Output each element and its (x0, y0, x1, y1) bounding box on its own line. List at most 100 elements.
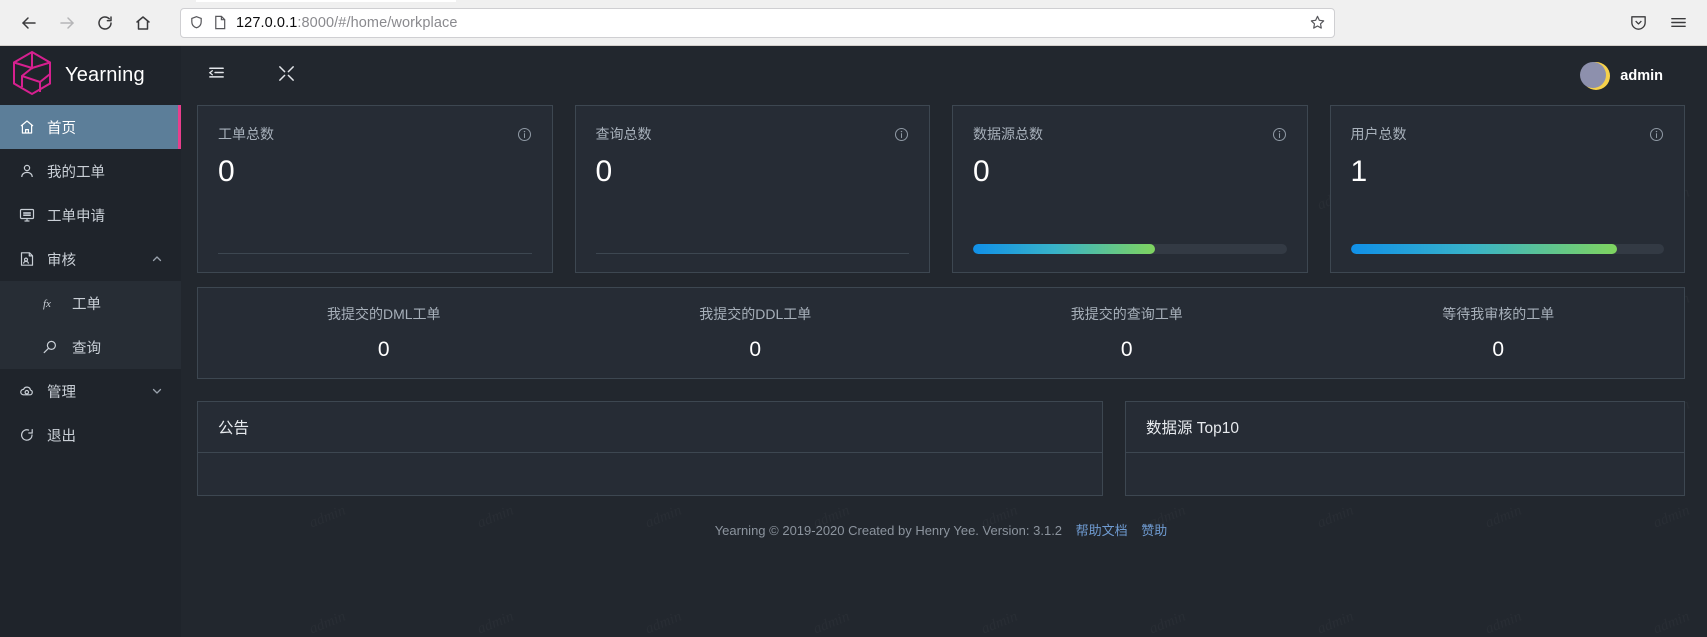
home-icon (19, 119, 35, 135)
mini-stat-dml: 我提交的DML工单 0 (198, 304, 570, 362)
monitor-sql-icon (19, 207, 35, 223)
bottom-panel-row: 公告 数据源 Top10 (197, 401, 1685, 496)
fullscreen-button[interactable] (271, 61, 301, 91)
stat-value: 0 (218, 155, 235, 188)
progress-fill (1350, 244, 1617, 254)
forward-arrow-icon (58, 14, 76, 32)
sidebar-item-label: 首页 (47, 120, 76, 137)
browser-chrome: 127.0.0.1:8000/#/home/workplace (0, 0, 1707, 46)
svg-text:fx: fx (43, 298, 51, 310)
stat-card-header: 工单总数 (218, 124, 532, 144)
sidebar-item-audit[interactable]: 审核 (0, 237, 181, 281)
pocket-button[interactable] (1621, 6, 1655, 40)
forward-button[interactable] (50, 6, 84, 40)
sidebar-item-label: 我的工单 (47, 164, 105, 181)
watermark-text: admin (307, 609, 348, 637)
stat-card-total-datasources: 数据源总数 0 (952, 105, 1308, 273)
sidebar-item-logout[interactable]: 退出 (0, 413, 181, 457)
back-button[interactable] (12, 6, 46, 40)
stat-card-total-users: 用户总数 1 (1329, 105, 1685, 273)
mini-stat-pending-audit: 等待我审核的工单 0 (1313, 304, 1685, 362)
watermark-text: admin (475, 609, 516, 637)
user-icon (19, 163, 35, 179)
sidebar: Yearning 首页 我的工单 工单申请 审核 fx 工单 查询 管理 退出 (0, 46, 181, 637)
watermark-text: admin (1315, 609, 1356, 637)
shield-icon[interactable] (189, 15, 204, 30)
avatar (1580, 61, 1611, 90)
sponsor-link[interactable]: 赞助 (1141, 523, 1167, 538)
app-shell: Yearning 首页 我的工单 工单申请 审核 fx 工单 查询 管理 退出 … (0, 46, 1707, 637)
sidebar-item-label: 审核 (47, 252, 76, 269)
avatar-disc (1580, 61, 1607, 88)
browser-menu-button[interactable] (1661, 6, 1695, 40)
stat-footer (973, 244, 1287, 254)
help-doc-link[interactable]: 帮助文档 (1076, 523, 1128, 538)
stat-title: 用户总数 (1350, 126, 1407, 142)
stat-footer (595, 253, 909, 254)
info-circle-icon[interactable] (1649, 127, 1664, 142)
user-menu[interactable]: admin (1580, 61, 1685, 90)
sidebar-nav: 首页 我的工单 工单申请 审核 fx 工单 查询 管理 退出 (0, 105, 181, 457)
sidebar-item-management[interactable]: 管理 (0, 369, 181, 413)
footer-text: Yearning © 2019-2020 Created by Henry Ye… (714, 523, 1063, 538)
sidebar-submenu-audit: fx 工单 查询 (0, 281, 181, 369)
sidebar-item-order-apply[interactable]: 工单申请 (0, 193, 181, 237)
progress-bar-datasources (973, 244, 1287, 254)
sidebar-subitem-query[interactable]: 查询 (0, 325, 181, 369)
chevron-up-icon (151, 253, 163, 265)
info-circle-icon[interactable] (1272, 127, 1287, 142)
dashboard-stack: 工单总数 0 查询总数 0 数据源总数 0 用户总数 1 我提交的DML工单 0… (197, 105, 1685, 539)
fullscreen-exit-icon (277, 64, 296, 88)
sidebar-subitem-order[interactable]: fx 工单 (0, 281, 181, 325)
stat-title: 查询总数 (595, 126, 652, 142)
watermark-text: admin (643, 609, 684, 637)
mini-stat-label: 我提交的查询工单 (1070, 306, 1183, 322)
stat-card-total-orders: 工单总数 0 (197, 105, 553, 273)
main-content: admin adminadminadminadminadminadminadmi… (181, 46, 1707, 637)
sidebar-subitem-label: 查询 (72, 340, 101, 357)
star-icon[interactable] (1309, 14, 1326, 31)
info-circle-icon[interactable] (517, 127, 532, 142)
address-bar[interactable]: 127.0.0.1:8000/#/home/workplace (180, 7, 1335, 38)
stat-card-header: 用户总数 (1351, 124, 1665, 144)
stat-title: 工单总数 (218, 126, 274, 142)
url-host: 127.0.0.1 (236, 14, 298, 31)
sidebar-subitem-label: 工单 (72, 296, 101, 313)
stat-card-row: 工单总数 0 查询总数 0 数据源总数 0 用户总数 1 (197, 105, 1685, 273)
chevron-down-icon (151, 385, 163, 397)
divider (218, 253, 532, 254)
progress-fill (973, 244, 1155, 254)
url-text: 127.0.0.1:8000/#/home/workplace (236, 15, 1300, 31)
watermark-text: admin (1483, 609, 1524, 637)
home-button[interactable] (126, 6, 160, 40)
announcement-panel: 公告 (197, 401, 1103, 496)
menu-fold-button[interactable] (201, 61, 231, 91)
progress-bar-users (1350, 244, 1664, 254)
stat-card-header: 数据源总数 (973, 124, 1287, 144)
brand-logo[interactable]: Yearning (0, 46, 181, 105)
panel-header: 公告 (198, 402, 1102, 453)
stat-title: 数据源总数 (973, 126, 1043, 142)
my-orders-summary-card: 我提交的DML工单 0 我提交的DDL工单 0 我提交的查询工单 0 等待我审核… (197, 287, 1685, 379)
sidebar-item-my-orders[interactable]: 我的工单 (0, 149, 181, 193)
chrome-right-controls (1621, 6, 1695, 40)
reload-icon (96, 14, 114, 32)
stat-card-header: 查询总数 (596, 124, 910, 144)
stat-card-total-queries: 查询总数 0 (574, 105, 930, 273)
watermark-text: admin (811, 609, 852, 637)
divider (595, 253, 909, 254)
footer: Yearning © 2019-2020 Created by Henry Ye… (197, 496, 1685, 539)
stat-value: 1 (1350, 155, 1368, 188)
info-circle-icon[interactable] (894, 127, 909, 142)
browser-tab-stub[interactable] (196, 0, 456, 2)
panel-body (1126, 453, 1684, 495)
mini-stat-ddl: 我提交的DDL工单 0 (570, 304, 942, 362)
mini-stat-label: 等待我审核的工单 (1442, 306, 1555, 322)
reload-button[interactable] (88, 6, 122, 40)
stat-value: 0 (595, 155, 613, 188)
home-icon (134, 14, 152, 32)
sidebar-item-home[interactable]: 首页 (0, 105, 181, 149)
function-fx-icon: fx (42, 295, 58, 311)
mini-stat-value: 0 (749, 338, 762, 361)
pocket-icon (1629, 13, 1648, 32)
